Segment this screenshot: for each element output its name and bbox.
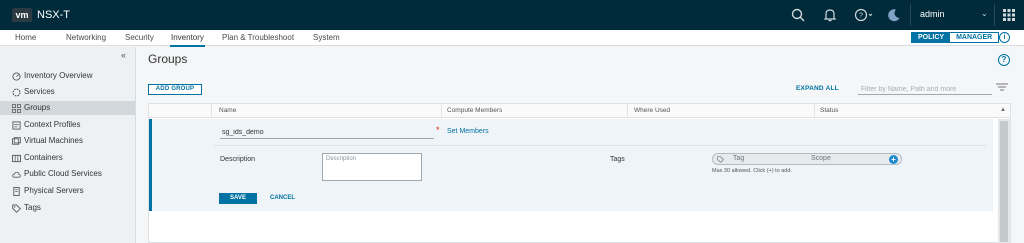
app-title: NSX-T [37,9,70,21]
column-header-where-used[interactable]: Where Used [634,107,670,114]
add-group-button[interactable]: ADD GROUP [148,84,202,95]
info-icon[interactable]: i [999,32,1010,43]
scrollbar-thumb[interactable] [1000,121,1008,242]
row-divider [214,145,986,146]
sidebar-item-public-cloud-services[interactable]: Public Cloud Services [0,167,135,181]
sidebar-item-context-profiles[interactable]: Context Profiles [0,118,135,132]
main-nav: Home Networking Security Inventory Plan … [0,30,1024,47]
containers-icon [12,154,21,163]
top-header: vm NSX-T ? admin ⌄ [0,0,1024,30]
sidebar-item-containers[interactable]: Containers [0,151,135,165]
sidebar-item-tags[interactable]: Tags [0,201,135,215]
sidebar: « Inventory Overview Services Groups Con… [0,47,136,243]
svg-text:?: ? [859,13,863,20]
sidebar-item-label: Groups [24,103,51,112]
tags-label: Tags [610,156,625,163]
sidebar-item-label: Tags [24,203,41,212]
sidebar-item-label: Virtual Machines [24,136,83,145]
filter-input[interactable] [858,84,992,95]
header-divider [910,4,911,26]
apps-grid-icon[interactable] [1001,7,1017,23]
policy-manager-toggle: POLICY MANAGER [911,32,1000,43]
server-icon [13,187,20,196]
description-label: Description [220,156,256,163]
cloud-icon [12,171,21,178]
sidebar-item-services[interactable]: Services [0,85,135,99]
sidebar-item-label: Context Profiles [24,120,81,129]
header-divider [994,4,995,26]
add-tag-icon[interactable]: + [889,155,898,164]
sidebar-item-label: Services [24,87,55,96]
sidebar-item-label: Inventory Overview [24,71,93,80]
column-divider [814,104,815,118]
tab-home[interactable]: Home [15,33,36,42]
save-button[interactable]: SAVE [219,193,257,204]
username: admin [920,9,945,19]
groups-table: Name Compute Members Where Used Status ▲… [148,103,1011,243]
page-title: Groups [148,52,188,66]
moon-icon[interactable] [886,7,902,23]
description-textarea[interactable] [322,153,422,181]
sidebar-item-groups[interactable]: Groups [0,101,135,115]
required-indicator: * [436,125,440,135]
column-divider [211,104,212,118]
column-divider [441,104,442,118]
tab-networking[interactable]: Networking [66,33,106,42]
tag-icon [12,204,21,213]
tab-security[interactable]: Security [125,33,154,42]
manager-mode-button[interactable]: MANAGER [950,33,999,42]
services-icon [12,88,21,97]
scroll-up-icon[interactable]: ▲ [1000,107,1006,113]
tab-system[interactable]: System [313,33,340,42]
policy-mode-button[interactable]: POLICY [912,33,951,42]
sidebar-item-label: Public Cloud Services [24,169,102,178]
tag-icon [717,156,724,163]
context-profiles-icon [12,121,21,130]
search-icon[interactable] [790,7,806,23]
cancel-button[interactable]: CANCEL [270,195,295,201]
set-members-link[interactable]: Set Members [447,128,489,135]
tab-inventory[interactable]: Inventory [170,33,205,47]
user-menu[interactable]: admin ⌄ [920,9,990,19]
vertical-scrollbar[interactable] [998,119,1010,243]
expand-all-link[interactable]: EXPAND ALL [796,85,839,92]
bell-icon[interactable] [822,7,838,23]
tags-hint: Max 30 allowed. Click (+) to add. [712,168,792,174]
virtual-machine-icon [12,137,21,145]
column-divider [627,104,628,118]
help-icon[interactable]: ? [998,54,1010,66]
vmware-logo: vm [12,8,32,22]
column-header-compute-members[interactable]: Compute Members [447,107,502,114]
group-name-input[interactable] [220,127,434,139]
sidebar-item-label: Containers [24,153,63,162]
filter-icon[interactable] [996,83,1008,91]
column-header-status[interactable]: Status [820,107,838,114]
tab-plan-troubleshoot[interactable]: Plan & Troubleshoot [222,33,294,42]
group-edit-row: * Set Members Description Tags Tag Scope… [149,119,993,211]
sidebar-item-virtual-machines[interactable]: Virtual Machines [0,134,135,148]
scope-placeholder: Scope [811,155,831,162]
chevron-down-icon: ⌄ [981,9,988,18]
help-icon[interactable]: ? [854,7,874,23]
groups-icon [12,104,21,113]
dashboard-icon [12,72,21,81]
column-header-name[interactable]: Name [219,107,236,114]
tag-placeholder: Tag [733,155,745,162]
sidebar-item-label: Physical Servers [24,186,84,195]
collapse-sidebar-icon[interactable]: « [121,50,126,60]
table-header: Name Compute Members Where Used Status ▲ [149,104,1010,118]
sidebar-item-inventory-overview[interactable]: Inventory Overview [0,69,135,83]
sidebar-item-physical-servers[interactable]: Physical Servers [0,184,135,198]
tag-input[interactable]: Tag Scope + [712,153,902,165]
